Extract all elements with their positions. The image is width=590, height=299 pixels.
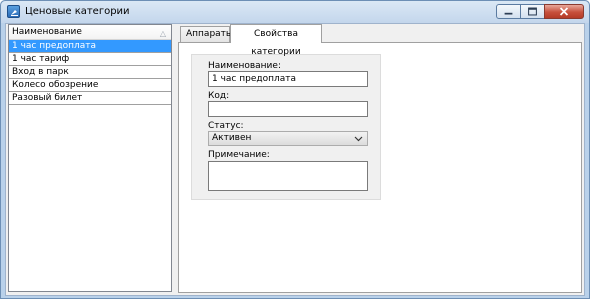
list-item[interactable]: 1 час тариф xyxy=(9,53,171,66)
sort-ascending-icon: △ xyxy=(159,29,166,38)
client-area: Наименование △ 1 час предоплата 1 час та… xyxy=(5,23,585,296)
app-window: Ценовые категории Наименование △ 1 час п… xyxy=(0,0,590,299)
minimize-button[interactable] xyxy=(496,4,521,19)
list-item[interactable]: Колесо обозрение xyxy=(9,79,171,92)
list-column-header[interactable]: Наименование △ xyxy=(9,25,171,40)
tab-category-properties[interactable]: Свойства категории xyxy=(230,24,322,57)
note-textarea[interactable] xyxy=(208,161,368,191)
chevron-down-icon xyxy=(354,136,363,142)
status-label: Статус: xyxy=(208,121,244,131)
tab-panel-category-properties: Наименование: 1 час предоплата Код: Стат… xyxy=(178,42,582,293)
properties-group: Наименование: 1 час предоплата Код: Стат… xyxy=(191,54,381,200)
minimize-icon xyxy=(504,12,513,15)
maximize-button[interactable] xyxy=(520,4,545,19)
tab-apparatus[interactable]: Аппараты xyxy=(180,26,233,42)
tab-strip: Аппараты Свойства категории xyxy=(178,24,582,57)
close-icon xyxy=(559,7,569,16)
window-controls xyxy=(496,4,584,20)
note-label: Примечание: xyxy=(208,150,270,160)
tab-control: Аппараты Свойства категории Наименование… xyxy=(178,24,582,293)
list-item[interactable]: Разовый билет xyxy=(9,92,171,105)
window-title: Ценовые категории xyxy=(25,6,130,17)
code-label: Код: xyxy=(208,91,230,101)
price-category-list[interactable]: Наименование △ 1 час предоплата 1 час та… xyxy=(8,24,172,292)
list-item[interactable]: Вход в парк xyxy=(9,66,171,79)
list-header-label: Наименование xyxy=(12,27,82,37)
name-field[interactable]: 1 час предоплата xyxy=(208,71,368,87)
maximize-icon xyxy=(528,7,537,16)
status-select[interactable]: Активен xyxy=(208,131,368,146)
name-label: Наименование: xyxy=(208,61,281,71)
close-button[interactable] xyxy=(544,4,584,19)
status-value: Активен xyxy=(212,133,252,143)
list-item[interactable]: 1 час предоплата xyxy=(9,40,171,53)
window-app-icon[interactable] xyxy=(7,5,20,18)
title-bar[interactable]: Ценовые категории xyxy=(1,1,589,23)
code-field[interactable] xyxy=(208,101,368,117)
